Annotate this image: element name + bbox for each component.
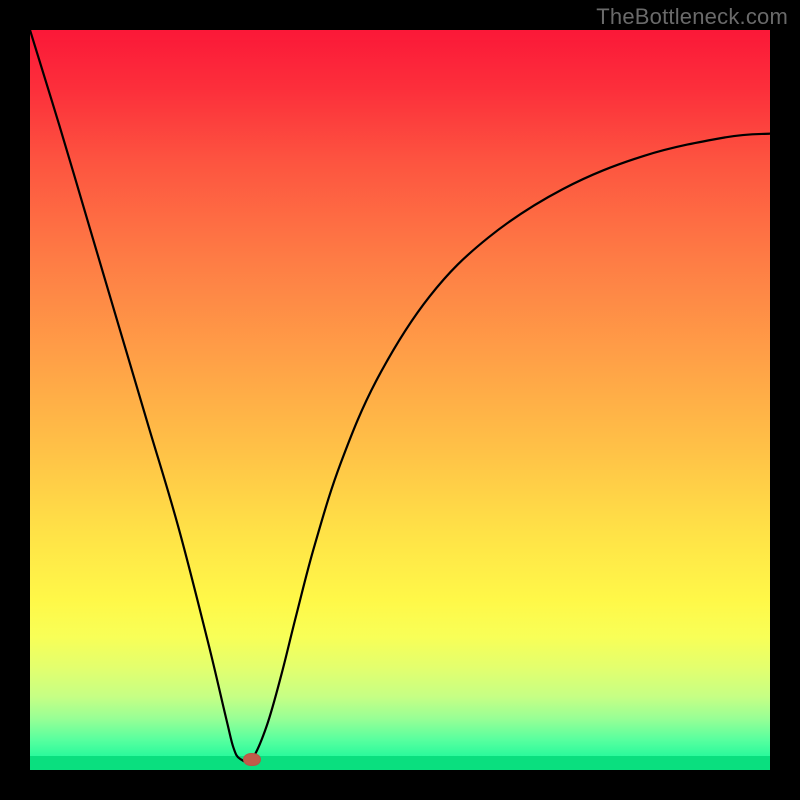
bottleneck-curve [30, 30, 770, 770]
chart-frame: TheBottleneck.com [0, 0, 800, 800]
plot-area [30, 30, 770, 770]
watermark-text: TheBottleneck.com [596, 4, 788, 30]
